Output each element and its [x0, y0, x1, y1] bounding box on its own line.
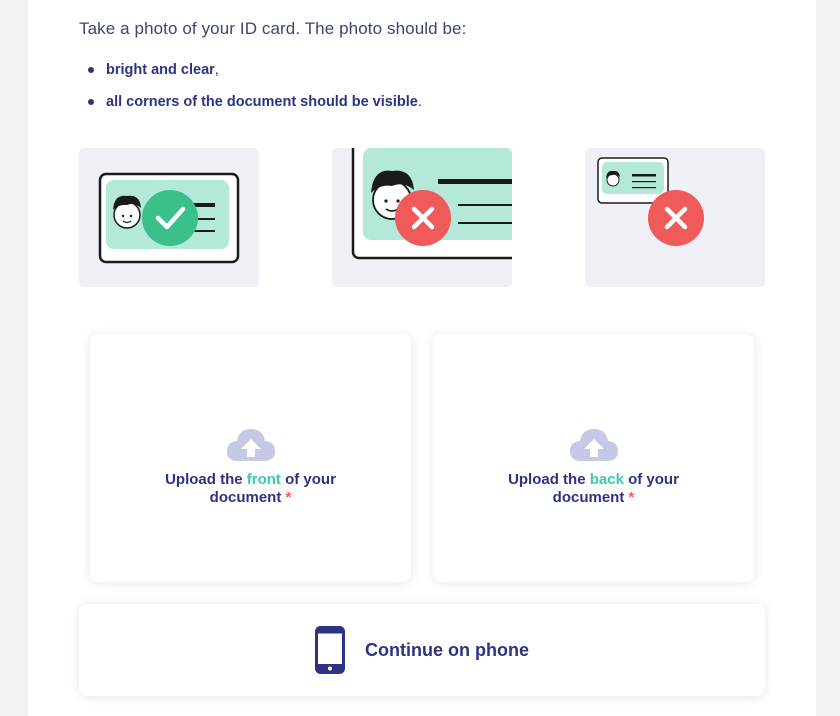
cloud-upload-icon	[569, 429, 618, 461]
requirement-punct: ,	[214, 62, 219, 78]
instructions-intro: Take a photo of your ID card. The photo …	[79, 19, 467, 38]
requirements-list: bright and clear, all corners of the doc…	[88, 60, 422, 124]
continue-on-phone-button[interactable]: Continue on phone	[79, 604, 765, 696]
upload-side-highlight: front	[246, 471, 281, 488]
upload-back-dropzone[interactable]: Upload the back of your document *	[433, 334, 754, 582]
id-card-too-close-illustration	[351, 148, 512, 260]
requirement-punct: .	[417, 94, 422, 110]
id-card-too-small-illustration	[597, 157, 704, 246]
requirement-text: bright and clear	[106, 62, 215, 78]
example-too-close-photo	[332, 148, 512, 287]
upload-front-label: Upload the front of your document *	[165, 471, 336, 506]
smartphone-icon	[315, 626, 346, 674]
requirement-item: bright and clear,	[88, 60, 422, 92]
requirement-text: all corners of the document should be vi…	[106, 94, 418, 110]
required-marker: *	[285, 489, 292, 506]
continue-on-phone-label: Continue on phone	[365, 639, 529, 660]
requirement-item: all corners of the document should be vi…	[88, 92, 422, 124]
upload-side-highlight: back	[589, 471, 624, 488]
upload-back-label: Upload the back of your document *	[508, 471, 679, 506]
id-card-good-illustration	[98, 172, 240, 264]
required-marker: *	[628, 489, 635, 506]
cloud-upload-icon	[226, 429, 275, 461]
upload-front-dropzone[interactable]: Upload the front of your document *	[90, 334, 411, 582]
example-too-small-photo	[585, 148, 765, 287]
example-good-photo	[79, 148, 259, 287]
check-icon	[142, 190, 198, 246]
